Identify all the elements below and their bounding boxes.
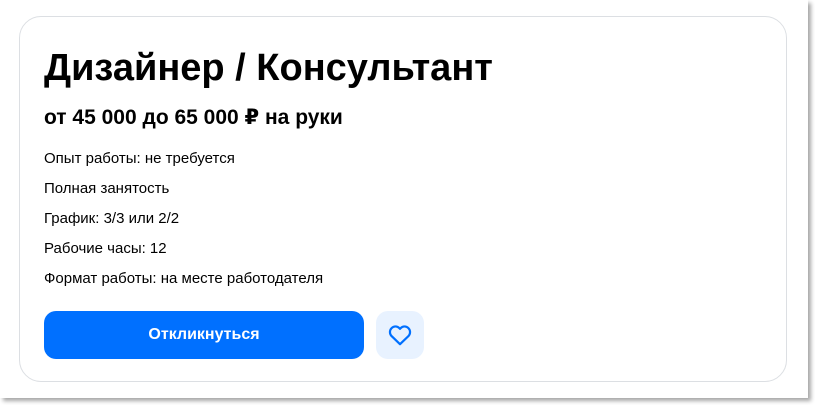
heart-icon [388,325,412,346]
vacancy-card: Дизайнер / Консультант от 45 000 до 65 0… [19,16,787,382]
detail-schedule: График: 3/3 или 2/2 [44,210,180,227]
detail-working-hours: Рабочие часы: 12 [44,240,167,257]
vacancy-title: Дизайнер / Консультант [44,47,493,89]
detail-employment: Полная занятость [44,180,170,197]
window-frame: Дизайнер / Консультант от 45 000 до 65 0… [0,0,808,398]
favorite-button[interactable] [376,311,424,359]
salary-text: от 45 000 до 65 000 ₽ на руки [44,106,343,129]
detail-work-format: Формат работы: на месте работодателя [44,270,324,287]
vacancy-details-list: Опыт работы: не требуется Полная занятос… [44,144,323,294]
respond-button[interactable]: Откликнуться [44,311,364,359]
detail-experience: Опыт работы: не требуется [44,150,235,167]
